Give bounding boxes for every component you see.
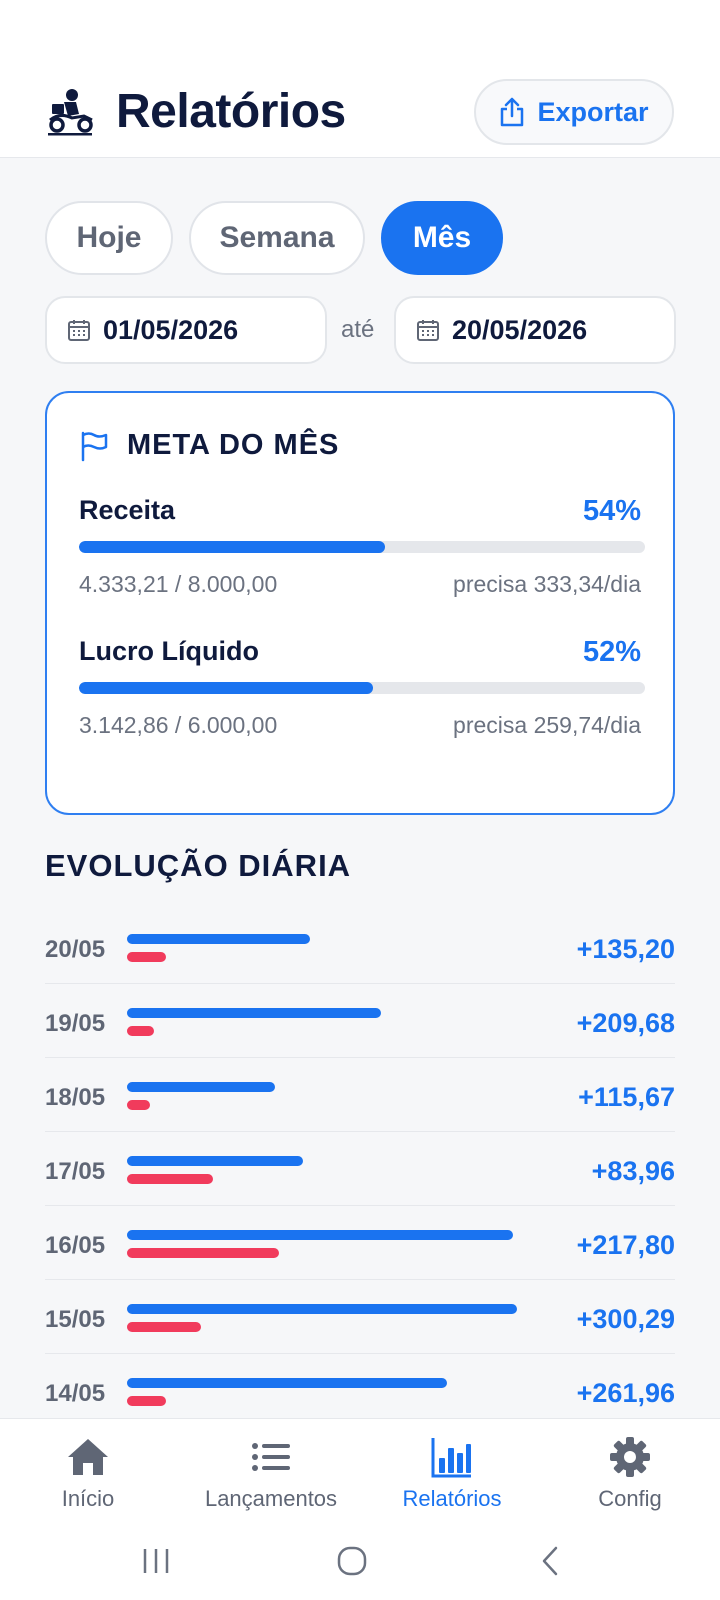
- revenue-percent: 54%: [582, 495, 641, 527]
- daily-expense-bar: [127, 1396, 166, 1406]
- date-range-separator: até: [341, 316, 375, 343]
- gear-icon: [610, 1437, 650, 1477]
- revenue-progress-track: [79, 541, 645, 553]
- export-button-label: Exportar: [537, 96, 649, 127]
- daily-expense-bar: [127, 1322, 201, 1332]
- daily-row-value: +217,80: [576, 1230, 675, 1260]
- monthly-goal-card: META DO MÊS Receita 54% 4.333,21 / 8.000…: [45, 391, 675, 815]
- export-button[interactable]: Exportar: [474, 79, 674, 145]
- period-tabs: Hoje Semana Mês: [45, 201, 503, 275]
- tab-semana[interactable]: Semana: [189, 201, 365, 275]
- daily-row-date: 20/05: [45, 936, 106, 963]
- net-profit-label: Lucro Líquido: [79, 636, 259, 666]
- daily-expense-bar: [127, 952, 166, 962]
- net-profit-amounts: 3.142,86 / 6.000,00: [79, 712, 278, 738]
- daily-income-bar: [127, 1230, 513, 1240]
- goal-card-title: META DO MÊS: [127, 429, 340, 461]
- daily-expense-bar: [127, 1026, 154, 1036]
- daily-expense-bar: [127, 1174, 213, 1184]
- daily-row-date: 19/05: [45, 1010, 106, 1037]
- daily-evolution-list: 20/05 +135,20 19/05 +209,68 18/05 +115,67 17/0…: [45, 910, 675, 1418]
- daily-income-bar: [127, 1304, 517, 1314]
- daily-expense-bar: [127, 1100, 150, 1110]
- daily-row-date: 16/05: [45, 1232, 106, 1259]
- recent-apps-button[interactable]: [126, 1536, 186, 1586]
- nav-label-inicio: Início: [61, 1486, 115, 1511]
- motorcycle-delivery-icon: [48, 89, 93, 136]
- revenue-amounts: 4.333,21 / 8.000,00: [79, 571, 278, 597]
- nav-label-lancamentos: Lançamentos: [204, 1486, 338, 1511]
- daily-row-value: +115,67: [578, 1082, 675, 1112]
- nav-label-config: Config: [598, 1486, 662, 1511]
- daily-row-date: 18/05: [45, 1084, 106, 1111]
- recent-apps-icon: [143, 1549, 169, 1573]
- daily-evolution-title: EVOLUÇÃO DIÁRIA: [45, 848, 352, 883]
- goal-card-header: META DO MÊS: [79, 429, 339, 462]
- share-upload-icon: [501, 97, 524, 127]
- nav-item-inicio[interactable]: Início: [40, 1419, 136, 1527]
- calendar-icon: [417, 320, 439, 341]
- flag-icon: [81, 431, 108, 461]
- daily-row: 19/05 +209,68: [45, 984, 675, 1058]
- date-from-value: 01/05/2026: [103, 314, 239, 345]
- home-circle-icon: [337, 1546, 367, 1576]
- back-chevron-icon: [542, 1546, 558, 1576]
- tab-mes[interactable]: Mês: [381, 201, 503, 275]
- daily-row-value: +83,96: [591, 1156, 675, 1186]
- nav-item-lancamentos[interactable]: Lançamentos: [196, 1419, 346, 1527]
- net-profit-daily-need: precisa 259,74/dia: [453, 712, 641, 738]
- home-icon: [68, 1439, 108, 1475]
- daily-income-bar: [127, 1156, 303, 1166]
- back-button[interactable]: [520, 1536, 580, 1586]
- bottom-nav: Início Lançamentos Relatórios Config: [0, 1418, 720, 1526]
- tab-hoje[interactable]: Hoje: [45, 201, 173, 275]
- daily-row: 20/05 +135,20: [45, 910, 675, 984]
- daily-row: 18/05 +115,67: [45, 1058, 675, 1132]
- daily-row-value: +261,96: [576, 1378, 675, 1408]
- list-icon: [252, 1443, 290, 1471]
- daily-row-date: 14/05: [45, 1380, 106, 1407]
- nav-item-config[interactable]: Config: [580, 1419, 680, 1527]
- daily-row-value: +135,20: [576, 934, 675, 964]
- daily-row: 15/05 +300,29: [45, 1280, 675, 1354]
- page-title: Relatórios: [116, 85, 346, 138]
- revenue-progress-fill: [79, 541, 385, 553]
- date-from-field[interactable]: 01/05/2026: [45, 296, 327, 364]
- daily-row-value: +209,68: [576, 1008, 675, 1038]
- daily-row: 17/05 +83,96: [45, 1132, 675, 1206]
- daily-row-date: 15/05: [45, 1306, 106, 1333]
- status-bar: [0, 0, 720, 62]
- revenue-label: Receita: [79, 495, 176, 525]
- date-to-field[interactable]: 20/05/2026: [394, 296, 676, 364]
- nav-item-relatorios[interactable]: Relatórios: [386, 1419, 518, 1527]
- home-system-button[interactable]: [322, 1536, 382, 1586]
- daily-income-bar: [127, 1082, 275, 1092]
- net-profit-percent: 52%: [582, 636, 641, 668]
- daily-row: 16/05 +217,80: [45, 1206, 675, 1280]
- daily-expense-bar: [127, 1248, 279, 1258]
- daily-row: 14/05 +261,96: [45, 1354, 675, 1418]
- daily-income-bar: [127, 1378, 447, 1388]
- daily-income-bar: [127, 1008, 381, 1018]
- daily-income-bar: [127, 934, 310, 944]
- app-header: Relatórios Exportar: [0, 62, 720, 158]
- nav-label-relatorios: Relatórios: [402, 1486, 502, 1511]
- bar-chart-icon: [431, 1438, 471, 1478]
- net-profit-progress-fill: [79, 682, 374, 694]
- revenue-daily-need: precisa 333,34/dia: [453, 571, 641, 597]
- daily-row-value: +300,29: [576, 1304, 675, 1334]
- date-to-value: 20/05/2026: [452, 314, 588, 345]
- net-profit-progress-track: [79, 682, 645, 694]
- system-nav-bar: [0, 1526, 720, 1600]
- daily-row-date: 17/05: [45, 1158, 106, 1185]
- calendar-icon: [68, 320, 90, 341]
